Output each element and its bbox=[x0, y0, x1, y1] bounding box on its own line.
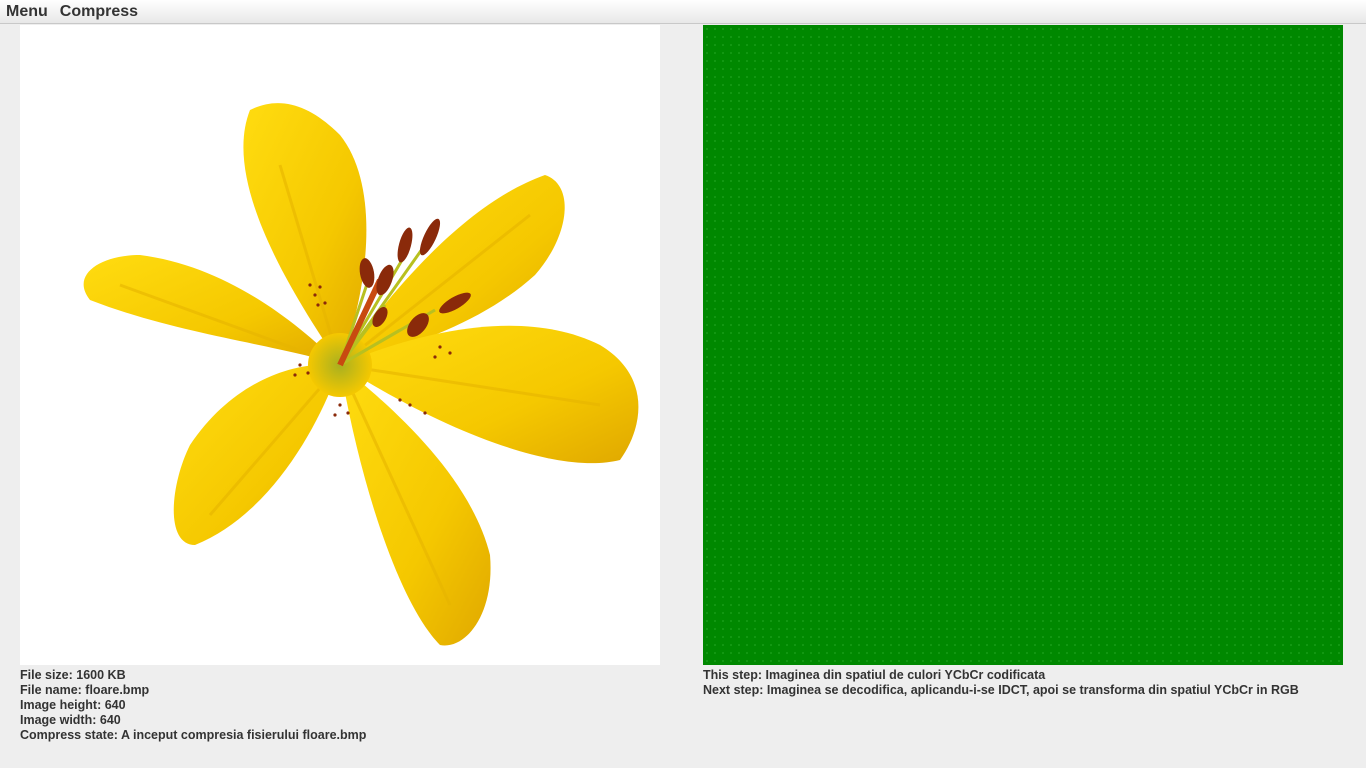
compress-state: Compress state: A inceput compresia fisi… bbox=[20, 728, 367, 742]
processed-image bbox=[703, 25, 1343, 665]
menu-compress[interactable]: Compress bbox=[54, 0, 144, 24]
menu-bar: Menu Compress bbox=[0, 0, 1366, 24]
image-width: Image width: 640 bbox=[20, 713, 121, 727]
file-name: File name: floare.bmp bbox=[20, 683, 150, 697]
next-step: Next step: Imaginea se decodifica, aplic… bbox=[703, 683, 1299, 697]
lily-flower-image bbox=[83, 103, 639, 646]
petal bbox=[173, 364, 340, 545]
original-image bbox=[20, 25, 660, 665]
step-info: This step: Imaginea din spatiul de culor… bbox=[703, 668, 1299, 698]
this-step: This step: Imaginea din spatiul de culor… bbox=[703, 668, 1046, 682]
file-info: File size: 1600 KB File name: floare.bmp… bbox=[20, 668, 366, 743]
menu-menu[interactable]: Menu bbox=[0, 0, 54, 24]
file-size: File size: 1600 KB bbox=[20, 668, 126, 682]
image-height: Image height: 640 bbox=[20, 698, 126, 712]
